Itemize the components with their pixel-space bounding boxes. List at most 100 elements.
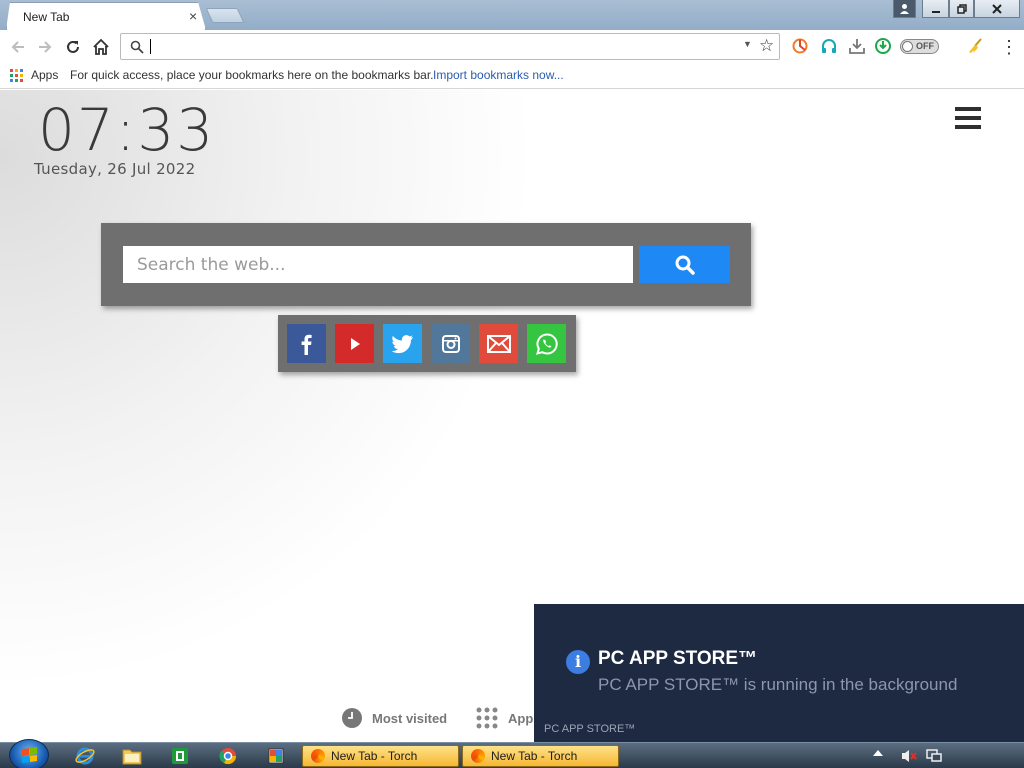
windows-logo-icon [22, 747, 38, 764]
internet-explorer-icon[interactable] [74, 746, 96, 766]
torch-favicon-icon [471, 749, 485, 763]
web-search-input[interactable] [123, 246, 633, 283]
info-icon: i [566, 650, 590, 674]
hamburger-menu-icon[interactable] [955, 107, 981, 129]
reload-button[interactable] [62, 36, 84, 58]
network-monitor-icon [926, 749, 942, 762]
instagram-icon [441, 334, 460, 353]
notification-title: PC APP STORE™ [598, 648, 758, 669]
restore-button[interactable] [949, 0, 974, 18]
profile-button[interactable] [893, 0, 916, 18]
file-explorer-icon[interactable] [121, 746, 143, 766]
clock-icon [342, 708, 362, 728]
reload-icon [67, 40, 79, 53]
email-button[interactable] [479, 324, 518, 363]
text-caret [150, 39, 151, 54]
apps-shortcut[interactable]: Apps [31, 68, 58, 82]
bookmark-star-icon[interactable]: ☆ [759, 36, 774, 56]
arrow-right-icon [39, 41, 52, 53]
most-visited-label: Most visited [372, 710, 448, 726]
taskbar-window-label: New Tab - Torch [331, 749, 418, 763]
chrome-taskbar-icon[interactable] [217, 746, 239, 766]
dropdown-arrow-icon[interactable]: ▼ [743, 39, 752, 49]
title-bar: New Tab × [0, 0, 1024, 30]
paint-palette-icon [268, 748, 284, 764]
torch-favicon-icon [311, 749, 325, 763]
folder-icon [122, 749, 142, 765]
media-center-icon[interactable] [169, 746, 191, 766]
whatsapp-icon [535, 332, 558, 355]
taskbar-window-label: New Tab - Torch [491, 749, 578, 763]
back-button[interactable] [7, 36, 29, 58]
youtube-button[interactable] [335, 324, 374, 363]
arrow-left-icon [11, 41, 24, 53]
extension-toggle[interactable]: OFF [900, 39, 939, 54]
apps-link[interactable]: Apps [476, 707, 541, 729]
envelope-icon [486, 334, 511, 353]
bookmarks-bar: Apps For quick access, place your bookma… [0, 62, 1024, 89]
download-tray-icon [849, 39, 865, 54]
close-window-button[interactable] [974, 0, 1020, 18]
web-search-panel [101, 223, 751, 306]
show-hidden-icons-icon[interactable] [873, 750, 883, 756]
whatsapp-button[interactable] [527, 324, 566, 363]
torch-torrent-icon[interactable] [873, 36, 893, 56]
instagram-button[interactable] [431, 324, 470, 363]
torch-music-icon[interactable] [819, 36, 839, 56]
web-search-button[interactable] [639, 246, 730, 283]
toggle-label: OFF [916, 41, 934, 51]
broom-extension-icon[interactable] [965, 36, 985, 56]
home-icon [93, 38, 109, 55]
tab-title: New Tab [23, 10, 70, 24]
apps-grid-icon[interactable] [10, 69, 23, 82]
new-tab-button[interactable] [205, 8, 245, 23]
toggle-knob [902, 41, 913, 52]
import-bookmarks-link[interactable]: Import bookmarks now... [433, 68, 564, 82]
volume-muted-icon[interactable] [898, 746, 920, 766]
torch-logo-icon [792, 38, 808, 54]
green-app-icon [172, 748, 188, 764]
chrome-logo-icon [219, 748, 237, 765]
forward-button[interactable] [34, 36, 56, 58]
speaker-muted-icon [902, 750, 917, 762]
home-button[interactable] [90, 36, 112, 58]
address-bar[interactable]: ▼ ☆ [120, 33, 780, 60]
facebook-button[interactable] [287, 324, 326, 363]
notification-body: PC APP STORE™ is running in the backgrou… [598, 675, 958, 694]
ie-logo-icon [75, 747, 95, 765]
facebook-icon [301, 334, 312, 355]
taskbar-window-2[interactable]: New Tab - Torch [462, 745, 619, 767]
twitter-button[interactable] [383, 324, 422, 363]
notification-toast[interactable]: i PC APP STORE™ PC APP STORE™ is running… [534, 604, 1024, 744]
tab-new-tab[interactable]: New Tab × [6, 2, 206, 30]
notification-source: PC APP STORE™ [544, 723, 636, 735]
search-icon [130, 40, 144, 54]
user-icon [900, 4, 909, 14]
broom-icon [969, 38, 982, 53]
torch-extension-icon[interactable] [790, 36, 810, 56]
search-icon [675, 255, 695, 275]
headphones-icon [822, 39, 836, 53]
network-icon[interactable] [923, 746, 945, 766]
minimize-button[interactable] [922, 0, 949, 18]
minimize-icon [931, 10, 940, 13]
paint-icon[interactable] [265, 746, 287, 766]
youtube-play-icon [350, 337, 360, 350]
torch-downloader-icon[interactable] [847, 36, 867, 56]
start-button[interactable] [9, 739, 49, 768]
social-links-panel [278, 315, 576, 372]
browser-menu-icon[interactable]: ⋮ [1000, 38, 1018, 56]
tab-close-button[interactable]: × [189, 8, 197, 24]
close-icon [992, 3, 1002, 14]
taskbar: New Tab - Torch New Tab - Torch [0, 739, 1024, 768]
clock-time: 07:33 [38, 96, 216, 164]
toolbar: ▼ ☆ OFF ⋮ [0, 30, 1024, 62]
restore-icon [956, 3, 967, 14]
bookmarks-hint: For quick access, place your bookmarks h… [70, 68, 434, 82]
most-visited-link[interactable]: Most visited [341, 707, 447, 729]
address-input[interactable] [149, 37, 739, 56]
taskbar-window-1[interactable]: New Tab - Torch [302, 745, 459, 767]
apps-dots-icon [476, 707, 498, 729]
download-circle-icon [875, 38, 891, 54]
twitter-bird-icon [391, 334, 413, 353]
